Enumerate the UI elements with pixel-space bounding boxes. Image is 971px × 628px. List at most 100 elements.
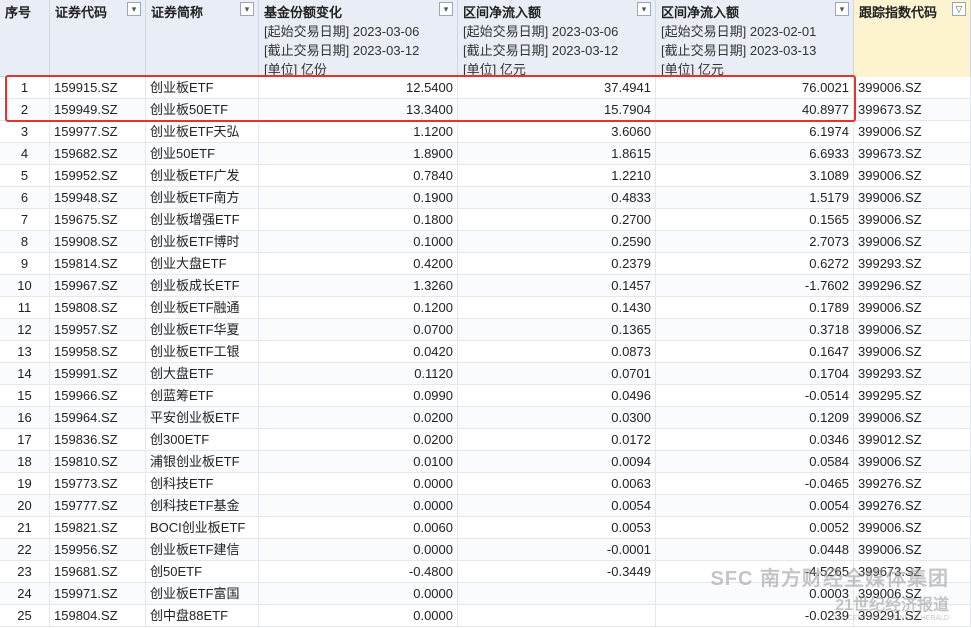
cell-tracking-index-code: 399673.SZ: [854, 99, 971, 120]
cell-security-name: 创业板ETF工银: [146, 341, 259, 362]
table-row[interactable]: 17 159836.SZ 创300ETF 0.0200 0.0172 0.0346 3990…: [0, 429, 971, 451]
cell-fund-share-change: 0.7840: [259, 165, 458, 186]
cell-net-inflow-week: 0.1430: [458, 297, 656, 318]
table-row[interactable]: 1 159915.SZ 创业板ETF 12.5400 37.4941 76.0021 399…: [0, 77, 971, 99]
cell-net-inflow-week: 0.2590: [458, 231, 656, 252]
header-net-inflow-period[interactable]: 区间净流入额 [起始交易日期] 2023-02-01 [截止交易日期] 2023-0…: [656, 0, 854, 77]
cell-security-name: 创业大盘ETF: [146, 253, 259, 274]
table-row[interactable]: 16 159964.SZ 平安创业板ETF 0.0200 0.0300 0.1209 399…: [0, 407, 971, 429]
cell-net-inflow-period: 0.1647: [656, 341, 854, 362]
cell-security-code: 159777.SZ: [50, 495, 146, 516]
cell-security-name: 创业板ETF华夏: [146, 319, 259, 340]
header-param: [起始交易日期] 2023-03-06: [264, 24, 420, 39]
header-param: [单位] 亿元: [463, 62, 526, 77]
cell-row-index: 10: [0, 275, 50, 296]
cell-tracking-index-code: 399673.SZ: [854, 561, 971, 582]
header-row-index[interactable]: 序号: [0, 0, 50, 77]
table-row[interactable]: 10 159967.SZ 创业板成长ETF 1.3260 0.1457 -1.7602 39…: [0, 275, 971, 297]
cell-net-inflow-week: 3.6060: [458, 121, 656, 142]
table-row[interactable]: 23 159681.SZ 创50ETF -0.4800 -0.3449 -4.5265 39…: [0, 561, 971, 583]
cell-net-inflow-week: 37.4941: [458, 77, 656, 98]
cell-row-index: 1: [0, 77, 50, 98]
header-tracking-index-code[interactable]: 跟踪指数代码 ▽: [854, 0, 971, 77]
cell-net-inflow-period: 0.6272: [656, 253, 854, 274]
table-row[interactable]: 2 159949.SZ 创业板50ETF 13.3400 15.7904 40.8977 3…: [0, 99, 971, 121]
cell-security-name: 创科技ETF: [146, 473, 259, 494]
header-net-inflow-week[interactable]: 区间净流入额 [起始交易日期] 2023-03-06 [截止交易日期] 2023-0…: [458, 0, 656, 77]
header-security-code[interactable]: 证券代码 ▾: [50, 0, 146, 77]
table-row[interactable]: 15 159966.SZ 创蓝筹ETF 0.0990 0.0496 -0.0514 3992…: [0, 385, 971, 407]
cell-net-inflow-week: 0.0172: [458, 429, 656, 450]
cell-net-inflow-week: 0.2700: [458, 209, 656, 230]
cell-security-code: 159675.SZ: [50, 209, 146, 230]
dropdown-icon[interactable]: ▾: [240, 2, 254, 16]
cell-row-index: 21: [0, 517, 50, 538]
header-security-name[interactable]: 证券简称 ▾: [146, 0, 259, 77]
cell-security-name: 创业板增强ETF: [146, 209, 259, 230]
cell-row-index: 3: [0, 121, 50, 142]
cell-security-code: 159949.SZ: [50, 99, 146, 120]
cell-tracking-index-code: 399006.SZ: [854, 121, 971, 142]
cell-tracking-index-code: 399276.SZ: [854, 495, 971, 516]
table-row[interactable]: 25 159804.SZ 创中盘88ETF 0.0000 -0.0239 399291.S…: [0, 605, 971, 627]
cell-tracking-index-code: 399006.SZ: [854, 209, 971, 230]
cell-security-code: 159964.SZ: [50, 407, 146, 428]
cell-net-inflow-week: [458, 605, 656, 626]
cell-net-inflow-period: 0.0448: [656, 539, 854, 560]
cell-security-name: 创业板ETF富国: [146, 583, 259, 604]
table-row[interactable]: 8 159908.SZ 创业板ETF博时 0.1000 0.2590 2.7073 3990…: [0, 231, 971, 253]
header-title: 区间净流入额: [661, 5, 740, 20]
table-row[interactable]: 7 159675.SZ 创业板增强ETF 0.1800 0.2700 0.1565 3990…: [0, 209, 971, 231]
table-row[interactable]: 19 159773.SZ 创科技ETF 0.0000 0.0063 -0.0465 3992…: [0, 473, 971, 495]
table-row[interactable]: 22 159956.SZ 创业板ETF建信 0.0000 -0.0001 0.0448 39…: [0, 539, 971, 561]
table-row[interactable]: 12 159957.SZ 创业板ETF华夏 0.0700 0.1365 0.3718 399…: [0, 319, 971, 341]
table-row[interactable]: 21 159821.SZ BOCI创业板ETF 0.0060 0.0053 0.0052 3…: [0, 517, 971, 539]
header-fund-share-change[interactable]: 基金份额变化 [起始交易日期] 2023-03-06 [截止交易日期] 2023-0…: [259, 0, 458, 77]
cell-net-inflow-week: 0.0063: [458, 473, 656, 494]
cell-security-name: BOCI创业板ETF: [146, 517, 259, 538]
table-row[interactable]: 13 159958.SZ 创业板ETF工银 0.0420 0.0873 0.1647 399…: [0, 341, 971, 363]
cell-net-inflow-period: 6.6933: [656, 143, 854, 164]
cell-security-name: 创大盘ETF: [146, 363, 259, 384]
dropdown-icon[interactable]: ▾: [637, 2, 651, 16]
table-row[interactable]: 20 159777.SZ 创科技ETF基金 0.0000 0.0054 0.0054 399…: [0, 495, 971, 517]
cell-net-inflow-period: -0.0239: [656, 605, 854, 626]
table-row[interactable]: 6 159948.SZ 创业板ETF南方 0.1900 0.4833 1.5179 3990…: [0, 187, 971, 209]
table-row[interactable]: 18 159810.SZ 浦银创业板ETF 0.0100 0.0094 0.0584 399…: [0, 451, 971, 473]
table-row[interactable]: 11 159808.SZ 创业板ETF融通 0.1200 0.1430 0.1789 399…: [0, 297, 971, 319]
cell-net-inflow-period: 0.1565: [656, 209, 854, 230]
table-row[interactable]: 14 159991.SZ 创大盘ETF 0.1120 0.0701 0.1704 39929…: [0, 363, 971, 385]
cell-fund-share-change: 1.3260: [259, 275, 458, 296]
table-row[interactable]: 4 159682.SZ 创业50ETF 1.8900 1.8615 6.6933 39967…: [0, 143, 971, 165]
cell-security-code: 159948.SZ: [50, 187, 146, 208]
cell-security-name: 创科技ETF基金: [146, 495, 259, 516]
table-row[interactable]: 24 159971.SZ 创业板ETF富国 0.0000 0.0003 399006.SZ: [0, 583, 971, 605]
cell-row-index: 2: [0, 99, 50, 120]
cell-tracking-index-code: 399291.SZ: [854, 605, 971, 626]
cell-net-inflow-period: 0.1789: [656, 297, 854, 318]
table-row[interactable]: 5 159952.SZ 创业板ETF广发 0.7840 1.2210 3.1089 3990…: [0, 165, 971, 187]
cell-net-inflow-week: [458, 583, 656, 604]
header-title: 基金份额变化: [264, 5, 343, 20]
table-row[interactable]: 9 159814.SZ 创业大盘ETF 0.4200 0.2379 0.6272 39929…: [0, 253, 971, 275]
table-row[interactable]: 3 159977.SZ 创业板ETF天弘 1.1200 3.6060 6.1974 3990…: [0, 121, 971, 143]
cell-security-code: 159681.SZ: [50, 561, 146, 582]
cell-fund-share-change: 0.0200: [259, 407, 458, 428]
cell-security-name: 创业板50ETF: [146, 99, 259, 120]
cell-net-inflow-week: 0.0053: [458, 517, 656, 538]
dropdown-icon[interactable]: ▾: [127, 2, 141, 16]
cell-fund-share-change: 0.0200: [259, 429, 458, 450]
cell-net-inflow-period: 0.1209: [656, 407, 854, 428]
cell-fund-share-change: 0.0000: [259, 473, 458, 494]
cell-security-name: 浦银创业板ETF: [146, 451, 259, 472]
cell-net-inflow-week: 0.0873: [458, 341, 656, 362]
table-body: 1 159915.SZ 创业板ETF 12.5400 37.4941 76.0021 399…: [0, 77, 971, 627]
cell-row-index: 25: [0, 605, 50, 626]
cell-net-inflow-period: 40.8977: [656, 99, 854, 120]
cell-fund-share-change: 0.0100: [259, 451, 458, 472]
dropdown-icon[interactable]: ▾: [835, 2, 849, 16]
cell-net-inflow-week: 0.0054: [458, 495, 656, 516]
cell-row-index: 20: [0, 495, 50, 516]
dropdown-icon[interactable]: ▾: [439, 2, 453, 16]
filter-icon[interactable]: ▽: [952, 2, 966, 16]
